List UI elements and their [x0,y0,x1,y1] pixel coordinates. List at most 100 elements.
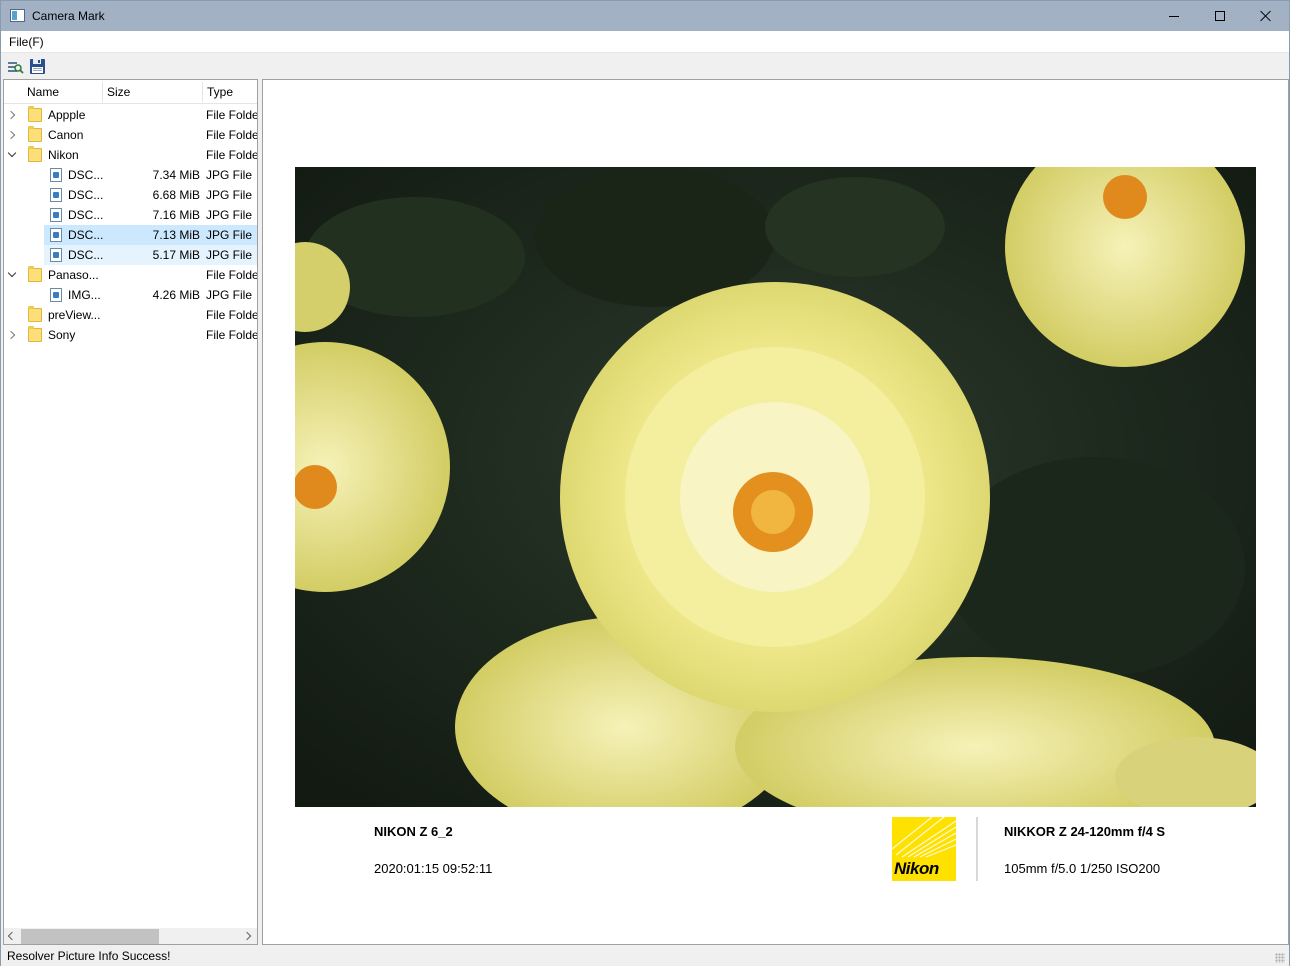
tree-item-type: JPG File [206,228,253,242]
tree-item-size: 4.26 MiB [152,288,200,302]
tree-row-file[interactable]: DSC... 5.17 MiB JPG File [4,245,257,265]
scrollbar-thumb[interactable] [21,929,159,944]
tree-item-size: 7.34 MiB [152,168,200,182]
maximize-button[interactable] [1197,1,1243,31]
tree-item-name: Canon [48,128,84,142]
tree-item-type: JPG File [206,288,253,302]
tree-item-name: DSC... [68,188,104,202]
image-file-icon [50,168,62,182]
tree-item-name: Appple [48,108,86,122]
tree-row-folder[interactable]: preView... File Folde [4,305,258,325]
tree-header: Name Size Type [4,80,257,104]
flower-photo-image [295,167,1256,807]
app-window: Camera Mark File(F) Name Size Type Apppl… [0,0,1290,966]
tree-row-file-selected[interactable]: DSC... 7.13 MiB JPG File [4,225,257,245]
camera-model-label: NIKON Z 6_2 [374,824,453,839]
tree-item-name: DSC... [68,228,104,242]
folder-icon [28,306,42,322]
capture-datetime-label: 2020:01:15 09:52:11 [374,861,493,876]
scroll-right-arrow-icon[interactable] [242,931,252,941]
exposure-settings-label: 105mm f/5.0 1/250 ISO200 [1004,861,1161,876]
status-bar: Resolver Picture Info Success! [1,946,1289,966]
folder-icon [28,106,42,122]
floppy-disk-icon [30,59,45,74]
tree-item-type: JPG File [206,188,253,202]
tree-item-type: File Folde [206,328,258,342]
open-search-icon [8,62,24,74]
image-file-icon [50,188,62,202]
tree-row-file[interactable]: DSC... 7.16 MiB JPG File [4,205,257,225]
lens-model-label: NIKKOR Z 24-120mm f/4 S [1004,824,1166,839]
tree-item-name: Panaso... [48,268,99,282]
toolbar [1,52,1289,78]
collapse-arrow-icon[interactable] [7,268,17,278]
resize-grip-icon[interactable] [1275,953,1285,963]
minimize-button[interactable] [1151,1,1197,31]
expand-arrow-icon[interactable] [6,110,16,120]
folder-icon [28,126,42,142]
tree-item-type: File Folde [206,308,258,322]
minimize-icon [1169,15,1179,17]
tree-item-type: JPG File [206,168,253,182]
tree-item-type: File Folde [206,108,258,122]
tree-item-type: JPG File [206,248,253,262]
menu-bar: File(F) [1,31,1289,52]
nikon-logo-text: Nikon [894,859,939,878]
tree-row-folder[interactable]: Canon File Folde [4,125,258,145]
horizontal-scrollbar[interactable] [4,928,257,944]
column-separator[interactable] [102,82,103,102]
nikon-logo: Nikon [892,817,956,881]
close-button[interactable] [1243,1,1289,31]
status-message: Resolver Picture Info Success! [7,949,171,963]
tree-item-name: DSC... [68,208,104,222]
tree-row-folder[interactable]: Nikon File Folde [4,145,258,165]
tree-item-type: File Folde [206,128,258,142]
tree-item-size: 7.16 MiB [152,208,200,222]
tree-item-type: JPG File [206,208,253,222]
tree-item-name: Nikon [48,148,79,162]
image-file-icon [50,208,62,222]
title-bar[interactable]: Camera Mark [1,1,1289,31]
folder-icon [28,266,42,282]
save-button[interactable] [29,58,46,75]
tree-row-folder[interactable]: Appple File Folde [4,105,258,125]
close-icon [1260,10,1272,22]
tree-row-folder[interactable]: Sony File Folde [4,325,258,345]
folder-icon [28,146,42,162]
info-divider [976,817,978,881]
image-file-icon [50,248,62,262]
preview-panel: NIKON Z 6_2 2020:01:15 09:52:11 Nikon NI… [262,79,1289,945]
tree-item-size: 7.13 MiB [152,228,200,242]
maximize-icon [1215,11,1225,21]
tree-item-name: Sony [48,328,76,342]
column-header-type[interactable]: Type [207,85,233,99]
column-header-name[interactable]: Name [27,85,59,99]
expand-arrow-icon[interactable] [6,130,16,140]
tree-row-folder[interactable]: Panaso... File Folde [4,265,258,285]
expand-arrow-icon[interactable] [6,330,16,340]
column-header-size[interactable]: Size [107,85,130,99]
tree-item-type: File Folde [206,148,258,162]
tree-item-type: File Folde [206,268,258,282]
folder-icon [28,326,42,342]
tree-row-file[interactable]: DSC... 6.68 MiB JPG File [4,185,257,205]
column-separator[interactable] [202,82,203,102]
photo-preview [295,167,1256,807]
collapse-arrow-icon[interactable] [7,148,17,158]
tree-row-file[interactable]: DSC... 7.34 MiB JPG File [4,165,257,185]
window-title: Camera Mark [32,9,105,23]
tree-item-size: 6.68 MiB [152,188,200,202]
tree-item-name: DSC... [68,248,104,262]
file-tree-panel[interactable]: Name Size Type Appple File Folde Canon F… [3,79,258,945]
tree-row-file[interactable]: IMG... 4.26 MiB JPG File [4,285,257,305]
tree-item-size: 5.17 MiB [152,248,200,262]
tree-item-name: IMG... [68,288,101,302]
open-folder-button[interactable] [7,58,24,75]
scroll-left-arrow-icon[interactable] [7,931,17,941]
app-icon [10,9,25,22]
image-file-icon [50,228,62,242]
menu-file[interactable]: File(F) [9,35,44,49]
image-file-icon [50,288,62,302]
tree-item-name: DSC... [68,168,104,182]
tree-item-name: preView... [48,308,101,322]
